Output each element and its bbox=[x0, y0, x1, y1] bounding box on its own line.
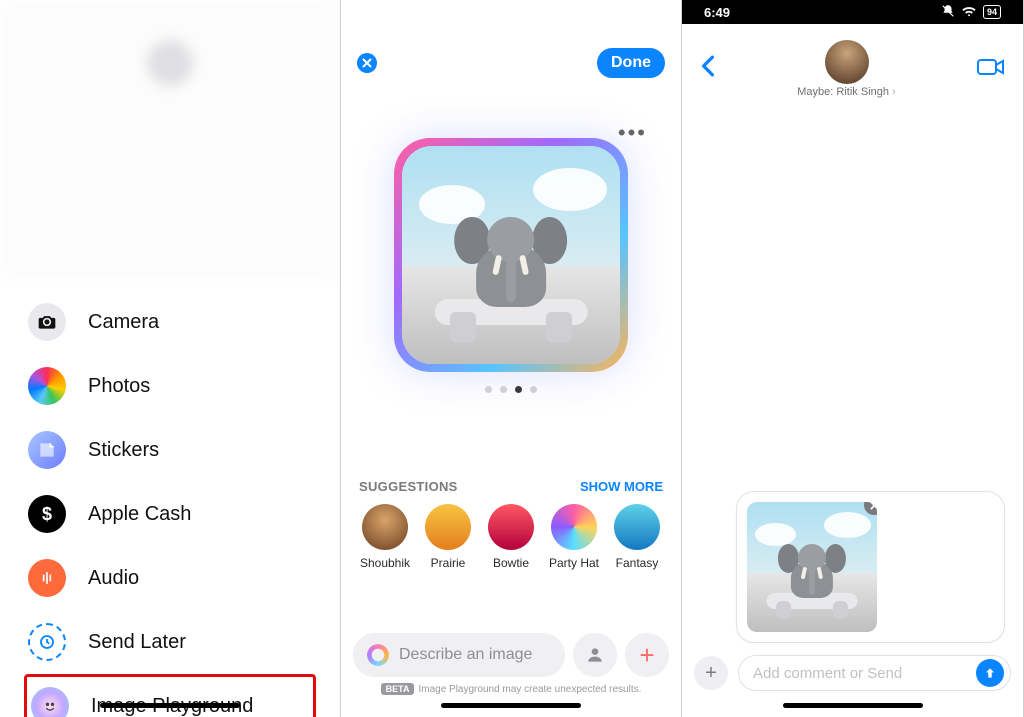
suggestion-thumb bbox=[362, 504, 408, 550]
add-element-button[interactable]: + bbox=[625, 633, 669, 677]
image-playground-screen: Done ••• bbox=[341, 0, 682, 717]
menu-item-send-later[interactable]: Send Later bbox=[24, 610, 316, 674]
home-indicator[interactable] bbox=[100, 703, 240, 708]
menu-label: Apple Cash bbox=[88, 503, 191, 526]
playground-icon bbox=[31, 687, 69, 717]
clock-icon bbox=[28, 623, 66, 661]
silent-icon bbox=[941, 4, 955, 21]
attachment-thumbnail[interactable] bbox=[747, 502, 877, 632]
status-bar: 6:49 94 bbox=[682, 0, 1023, 24]
send-button[interactable] bbox=[976, 659, 1004, 687]
facetime-button[interactable] bbox=[977, 57, 1005, 82]
suggestions-label: SUGGESTIONS bbox=[359, 479, 458, 494]
menu-label: Stickers bbox=[88, 439, 159, 462]
camera-icon bbox=[28, 303, 66, 341]
suggestion-thumb bbox=[551, 504, 597, 550]
disclaimer-text: BETAImage Playground may create unexpect… bbox=[341, 684, 681, 695]
blurred-conversation-background bbox=[0, 0, 340, 280]
conversation-scroll-area[interactable] bbox=[682, 102, 1023, 522]
menu-item-stickers[interactable]: Stickers bbox=[24, 418, 316, 482]
wifi-icon bbox=[961, 3, 977, 22]
suggestion-thumb bbox=[425, 504, 471, 550]
suggestion-thumb bbox=[614, 504, 660, 550]
staged-attachment-bubble bbox=[736, 491, 1005, 643]
suggestion-party-hat[interactable]: Party Hat bbox=[544, 504, 604, 570]
contact-avatar-blurred bbox=[147, 40, 193, 86]
status-time: 6:49 bbox=[704, 5, 730, 20]
suggestion-label: Party Hat bbox=[549, 556, 599, 570]
playground-header: Done bbox=[341, 0, 681, 78]
app-drawer-menu: Camera Photos Stickers $ Apple Cash Audi… bbox=[0, 290, 340, 717]
suggestion-prairie[interactable]: Prairie bbox=[418, 504, 478, 570]
suggestions-row: Shoubhik Prairie Bowtie Party Hat Fantas… bbox=[341, 494, 681, 570]
stickers-icon bbox=[28, 431, 66, 469]
conversation-header: Maybe: Ritik Singh › bbox=[682, 24, 1023, 102]
show-more-button[interactable]: SHOW MORE bbox=[580, 479, 663, 494]
menu-item-apple-cash[interactable]: $ Apple Cash bbox=[24, 482, 316, 546]
person-picker-button[interactable] bbox=[573, 633, 617, 677]
contact-info[interactable]: Maybe: Ritik Singh › bbox=[716, 40, 977, 98]
status-icons: 94 bbox=[941, 3, 1001, 22]
beta-badge: BETA bbox=[381, 683, 415, 695]
audio-icon bbox=[28, 559, 66, 597]
cash-icon: $ bbox=[28, 495, 66, 533]
close-button[interactable] bbox=[357, 53, 377, 73]
battery-indicator: 94 bbox=[983, 5, 1001, 19]
describe-compose-row: Describe an image + bbox=[353, 633, 669, 677]
carousel-pager[interactable] bbox=[485, 386, 537, 393]
menu-label: Photos bbox=[88, 375, 150, 398]
message-compose-row: + Add comment or Send bbox=[694, 655, 1011, 691]
generated-image-carousel: ••• bbox=[341, 138, 681, 393]
contact-name: Maybe: Ritik Singh › bbox=[797, 86, 895, 98]
menu-item-photos[interactable]: Photos bbox=[24, 354, 316, 418]
menu-label: Audio bbox=[88, 567, 139, 590]
suggestion-label: Shoubhik bbox=[360, 556, 410, 570]
suggestion-bowtie[interactable]: Bowtie bbox=[481, 504, 541, 570]
generated-image-frame[interactable] bbox=[394, 138, 628, 372]
menu-item-image-playground[interactable]: Image Playground bbox=[24, 674, 316, 717]
suggestion-shoubhik[interactable]: Shoubhik bbox=[355, 504, 415, 570]
done-button[interactable]: Done bbox=[597, 48, 665, 78]
back-button[interactable] bbox=[700, 55, 716, 83]
describe-input[interactable]: Describe an image bbox=[353, 633, 565, 677]
home-indicator[interactable] bbox=[783, 703, 923, 708]
photos-icon bbox=[28, 367, 66, 405]
apps-plus-button[interactable]: + bbox=[694, 656, 728, 690]
suggestion-label: Fantasy bbox=[616, 556, 659, 570]
describe-placeholder: Describe an image bbox=[399, 646, 532, 664]
generated-image bbox=[402, 146, 620, 364]
message-placeholder: Add comment or Send bbox=[753, 665, 902, 682]
suggestion-label: Prairie bbox=[431, 556, 466, 570]
suggestion-thumb bbox=[488, 504, 534, 550]
messages-app-drawer-screen: Camera Photos Stickers $ Apple Cash Audi… bbox=[0, 0, 341, 717]
menu-label: Send Later bbox=[88, 631, 186, 654]
menu-item-camera[interactable]: Camera bbox=[24, 290, 316, 354]
messages-conversation-screen: 6:49 94 Maybe: Ritik Singh › bbox=[682, 0, 1024, 717]
home-indicator[interactable] bbox=[441, 703, 581, 708]
menu-label: Camera bbox=[88, 311, 159, 334]
suggestions-header: SUGGESTIONS SHOW MORE bbox=[341, 479, 681, 494]
more-options-button[interactable]: ••• bbox=[618, 120, 647, 146]
message-input[interactable]: Add comment or Send bbox=[738, 655, 1011, 691]
suggestion-fantasy[interactable]: Fantasy bbox=[607, 504, 667, 570]
contact-avatar bbox=[825, 40, 869, 84]
suggestion-label: Bowtie bbox=[493, 556, 529, 570]
menu-item-audio[interactable]: Audio bbox=[24, 546, 316, 610]
intelligence-icon bbox=[367, 644, 389, 666]
